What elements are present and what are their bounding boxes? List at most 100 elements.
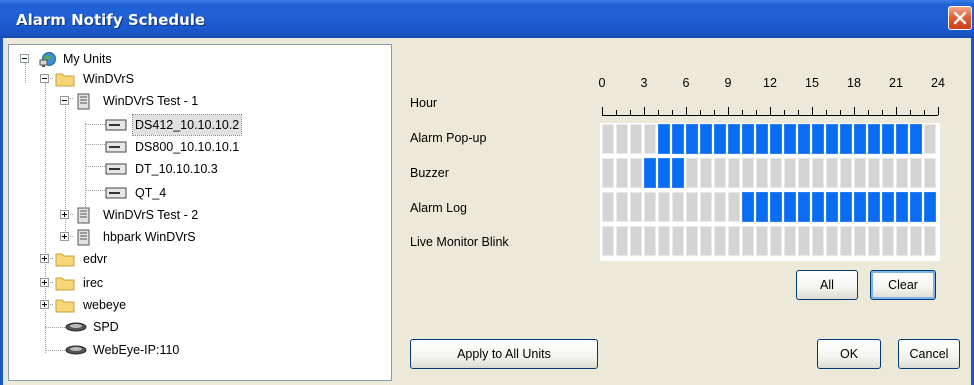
schedule-cell[interactable] <box>784 124 796 154</box>
unit-tree[interactable]: My Units WinDVrS WinDVrS Test - 1 DS412_… <box>8 44 392 381</box>
tree-item-edvr[interactable]: edvr <box>9 249 389 269</box>
schedule-cell[interactable] <box>756 124 768 154</box>
expand-toggle[interactable] <box>40 278 49 287</box>
schedule-cell[interactable] <box>910 192 922 222</box>
schedule-cell[interactable] <box>770 124 782 154</box>
schedule-cell[interactable] <box>840 158 852 188</box>
schedule-cell[interactable] <box>910 124 922 154</box>
schedule-cell[interactable] <box>644 124 656 154</box>
schedule-cell[interactable] <box>658 158 670 188</box>
collapse-toggle[interactable] <box>20 54 29 63</box>
ok-button[interactable]: OK <box>817 339 881 369</box>
schedule-cell[interactable] <box>742 124 754 154</box>
schedule-cell[interactable] <box>672 192 684 222</box>
schedule-cell[interactable] <box>812 192 824 222</box>
schedule-cell[interactable] <box>616 226 628 256</box>
schedule-cell[interactable] <box>728 158 740 188</box>
schedule-cell[interactable] <box>868 192 880 222</box>
schedule-cell[interactable] <box>812 124 824 154</box>
expand-toggle[interactable] <box>60 232 69 241</box>
expand-toggle[interactable] <box>60 210 69 219</box>
schedule-cell[interactable] <box>840 192 852 222</box>
clear-button[interactable]: Clear <box>870 270 936 300</box>
schedule-cell[interactable] <box>868 226 880 256</box>
schedule-cell[interactable] <box>714 124 726 154</box>
schedule-cell[interactable] <box>616 192 628 222</box>
schedule-cell[interactable] <box>910 158 922 188</box>
schedule-cell[interactable] <box>728 124 740 154</box>
tree-item-irec[interactable]: irec <box>9 273 389 293</box>
schedule-cell[interactable] <box>854 226 866 256</box>
collapse-toggle[interactable] <box>40 74 49 83</box>
schedule-cell[interactable] <box>686 192 698 222</box>
tree-item-ds800[interactable]: DS800_10.10.10.1 <box>9 137 389 157</box>
tree-item-my-units[interactable]: My Units <box>9 49 389 69</box>
schedule-cell[interactable] <box>868 124 880 154</box>
schedule-cell[interactable] <box>630 124 642 154</box>
schedule-cell[interactable] <box>742 158 754 188</box>
schedule-cell[interactable] <box>812 226 824 256</box>
schedule-cell[interactable] <box>616 124 628 154</box>
schedule-cell[interactable] <box>756 158 768 188</box>
schedule-cell[interactable] <box>882 192 894 222</box>
schedule-cell[interactable] <box>854 192 866 222</box>
schedule-cell[interactable] <box>714 158 726 188</box>
schedule-cell[interactable] <box>700 124 712 154</box>
schedule-cell[interactable] <box>644 192 656 222</box>
schedule-cell[interactable] <box>630 158 642 188</box>
schedule-cell[interactable] <box>924 158 936 188</box>
schedule-cell[interactable] <box>826 158 838 188</box>
schedule-cell[interactable] <box>896 158 908 188</box>
schedule-cell[interactable] <box>686 158 698 188</box>
schedule-cell[interactable] <box>756 192 768 222</box>
schedule-cell[interactable] <box>658 192 670 222</box>
schedule-cell[interactable] <box>658 226 670 256</box>
schedule-cell[interactable] <box>924 192 936 222</box>
cancel-button[interactable]: Cancel <box>898 339 960 369</box>
schedule-cell[interactable] <box>756 226 768 256</box>
schedule-cell[interactable] <box>840 124 852 154</box>
schedule-cell[interactable] <box>630 192 642 222</box>
schedule-cell[interactable] <box>826 226 838 256</box>
tree-item-webeye-ip[interactable]: WebEye-IP:110 <box>9 340 389 360</box>
tree-item-ds412[interactable]: DS412_10.10.10.2 <box>9 114 389 136</box>
schedule-cell[interactable] <box>896 124 908 154</box>
schedule-cell[interactable] <box>770 226 782 256</box>
schedule-cell[interactable] <box>798 158 810 188</box>
schedule-cell[interactable] <box>854 124 866 154</box>
schedule-cell[interactable] <box>826 192 838 222</box>
schedule-cell[interactable] <box>882 124 894 154</box>
expand-toggle[interactable] <box>40 300 49 309</box>
schedule-cell[interactable] <box>742 226 754 256</box>
schedule-cell[interactable] <box>784 226 796 256</box>
schedule-cell[interactable] <box>812 158 824 188</box>
apply-to-all-units-button[interactable]: Apply to All Units <box>410 339 598 369</box>
schedule-cell[interactable] <box>602 158 614 188</box>
schedule-cell[interactable] <box>714 192 726 222</box>
schedule-cell[interactable] <box>700 226 712 256</box>
schedule-cell[interactable] <box>770 192 782 222</box>
schedule-cell[interactable] <box>644 226 656 256</box>
schedule-cell[interactable] <box>602 192 614 222</box>
schedule-cell[interactable] <box>826 124 838 154</box>
tree-item-qt4[interactable]: QT_4 <box>9 183 389 203</box>
schedule-cell[interactable] <box>854 158 866 188</box>
schedule-cell[interactable] <box>672 226 684 256</box>
schedule-cell[interactable] <box>784 192 796 222</box>
schedule-cell[interactable] <box>714 226 726 256</box>
tree-item-hbpark-windvrs[interactable]: hbpark WinDVrS <box>9 227 389 247</box>
schedule-cell[interactable] <box>644 158 656 188</box>
schedule-cell[interactable] <box>798 192 810 222</box>
schedule-cell[interactable] <box>840 226 852 256</box>
tree-item-windvrs[interactable]: WinDVrS <box>9 69 389 89</box>
schedule-cell[interactable] <box>924 226 936 256</box>
schedule-cell[interactable] <box>896 192 908 222</box>
schedule-cell[interactable] <box>896 226 908 256</box>
schedule-cell[interactable] <box>602 124 614 154</box>
collapse-toggle[interactable] <box>60 96 69 105</box>
tree-item-windvrs-test-2[interactable]: WinDVrS Test - 2 <box>9 205 389 225</box>
all-button[interactable]: All <box>796 270 858 300</box>
schedule-cell[interactable] <box>630 226 642 256</box>
schedule-cell[interactable] <box>686 124 698 154</box>
schedule-cell[interactable] <box>728 226 740 256</box>
